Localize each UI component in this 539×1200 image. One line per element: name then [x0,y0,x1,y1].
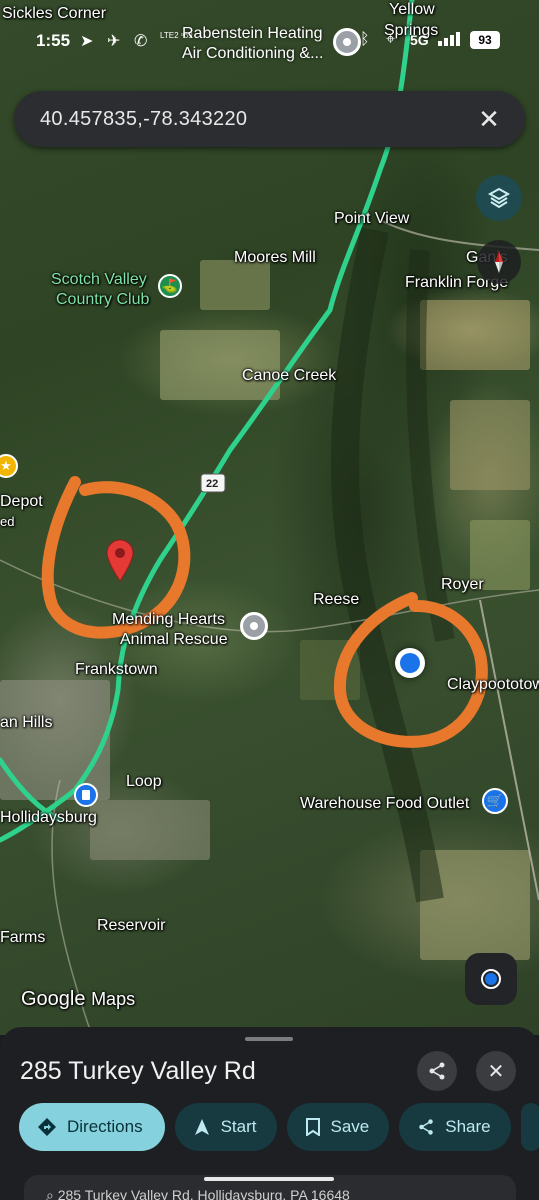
cart-poi-icon[interactable]: 🛒 [482,788,508,814]
address-text: 285 Turkey Valley Rd, Hollidaysburg, PA … [57,1187,350,1200]
messenger-icon: ✆ [134,33,148,50]
map-label: Royer [441,576,484,593]
compass-button[interactable] [477,240,521,284]
my-location-dot [395,648,425,678]
map-label: Moores Mill [234,249,316,266]
map-label: Animal Rescue [120,631,228,648]
map-label: Point View [334,210,410,227]
map-overlay [0,0,539,1031]
map-label: Reservoir [97,917,166,934]
golf-poi-icon[interactable]: ⛳ [158,274,182,298]
save-button[interactable]: Save [286,1103,390,1151]
close-sheet-button[interactable]: ✕ [476,1051,516,1091]
map-label: Scotch Valley [51,271,147,288]
map-label: Mending Hearts [112,611,225,628]
poi-pin-icon[interactable] [240,612,268,640]
map-label: Canoe Creek [242,367,337,384]
google-logo: Google Maps [21,988,136,1010]
dropped-pin-icon[interactable] [105,538,135,582]
search-input[interactable]: 40.457835,-78.343220 [40,108,475,131]
map-label: an Hills [0,714,53,731]
notification-text: Rabenstein Heating Air Conditioning &... [182,25,324,62]
map-label: Loop [126,773,162,790]
my-location-button[interactable] [465,953,517,1005]
map-label: Claypoototow [447,676,539,693]
bluetooth-icon: ᛒ [360,31,370,48]
navigation-arrow-icon [194,1119,209,1135]
pin-icon: ⌕ [46,1187,54,1200]
signal-bars-icon [438,32,460,46]
action-chips: Directions Start Save Share [19,1103,539,1151]
home-indicator[interactable] [204,1177,334,1181]
map-label: Depot [0,493,43,510]
close-icon: ✕ [487,1060,505,1083]
layers-icon [487,187,511,209]
share-icon [419,1119,433,1135]
battery-indicator: 93 [470,31,500,49]
shopping-poi-icon[interactable] [74,783,98,807]
search-bar[interactable]: 40.457835,-78.343220 ✕ [14,91,525,147]
status-time: 1:55 [36,31,71,50]
bookmark-icon [305,1118,320,1136]
directions-button[interactable]: Directions [19,1103,165,1151]
map-label: ed [0,514,15,529]
save-label: Save [330,1117,370,1136]
share-chip-button[interactable]: Share [399,1103,511,1151]
map-label: Reese [313,591,360,608]
map-label: Country Club [56,291,150,308]
start-label: Start [220,1117,257,1136]
navigation-arrow-icon: ➤ [80,33,94,50]
my-location-icon [481,969,501,989]
location-icon: ⌖ [386,31,396,48]
directions-label: Directions [67,1117,143,1136]
share-button[interactable] [417,1051,457,1091]
map-label: Farms [0,929,46,946]
share-icon [429,1062,445,1080]
map-label: Hollidaysburg [0,809,97,826]
more-actions-chip[interactable] [520,1103,539,1151]
directions-icon [38,1118,56,1136]
route-22-label: 22 [206,478,219,490]
satellite-map[interactable]: Sickles Corner Yellow Springs Point View… [0,0,539,1035]
compass-icon [495,251,503,273]
close-icon[interactable]: ✕ [475,104,503,135]
share-label: Share [445,1117,491,1136]
place-title: 285 Turkey Valley Rd [20,1057,256,1085]
telegram-icon: ✈ [107,33,121,50]
map-label: Frankstown [75,661,158,678]
status-bar: 1:55 ➤ ✈ ✆ LTE2 ᵊ69 Rabenstein Heating Ai… [0,0,539,80]
drag-handle[interactable] [245,1037,293,1041]
layers-button[interactable] [476,175,522,221]
map-label: Warehouse Food Outlet [300,795,470,812]
place-bottom-sheet[interactable]: 285 Turkey Valley Rd ✕ Directions Start … [0,1027,539,1200]
network-type: 5G [410,32,429,48]
start-button[interactable]: Start [174,1103,277,1151]
